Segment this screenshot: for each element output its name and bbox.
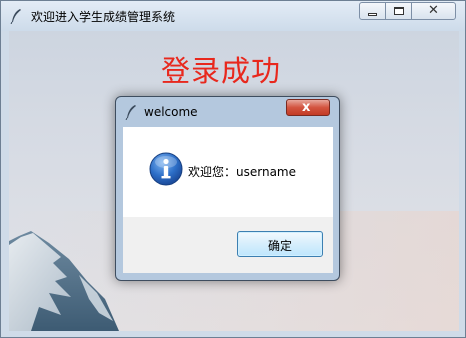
window-titlebar[interactable]: 欢迎进入学生成绩管理系统 ✕ [1, 1, 465, 31]
main-window: 欢迎进入学生成绩管理系统 ✕ 登录成功 welcome x 欢迎您：userna… [0, 0, 466, 338]
info-icon [149, 152, 183, 186]
minimize-button[interactable] [359, 2, 386, 20]
login-success-heading: 登录成功 [161, 54, 282, 88]
maximize-button[interactable] [385, 2, 412, 20]
dialog-message-area: 欢迎您：username [123, 127, 333, 217]
close-icon: ✕ [428, 3, 439, 18]
dialog-feather-icon [125, 104, 137, 120]
ok-button-label: 确定 [267, 239, 292, 253]
dialog-button-area: 确定 [123, 217, 333, 273]
feather-icon [10, 8, 22, 24]
window-title: 欢迎进入学生成绩管理系统 [31, 10, 176, 24]
close-icon: x [302, 100, 311, 115]
welcome-message: 欢迎您：username [188, 165, 296, 179]
welcome-dialog: welcome x 欢迎您：username 确定 [115, 96, 340, 281]
maximize-icon [394, 7, 404, 15]
dialog-title: welcome [144, 105, 198, 119]
minimize-icon [368, 13, 377, 16]
ok-button[interactable]: 确定 [237, 231, 323, 257]
dialog-close-button[interactable]: x [286, 99, 330, 116]
close-button[interactable]: ✕ [411, 2, 456, 20]
